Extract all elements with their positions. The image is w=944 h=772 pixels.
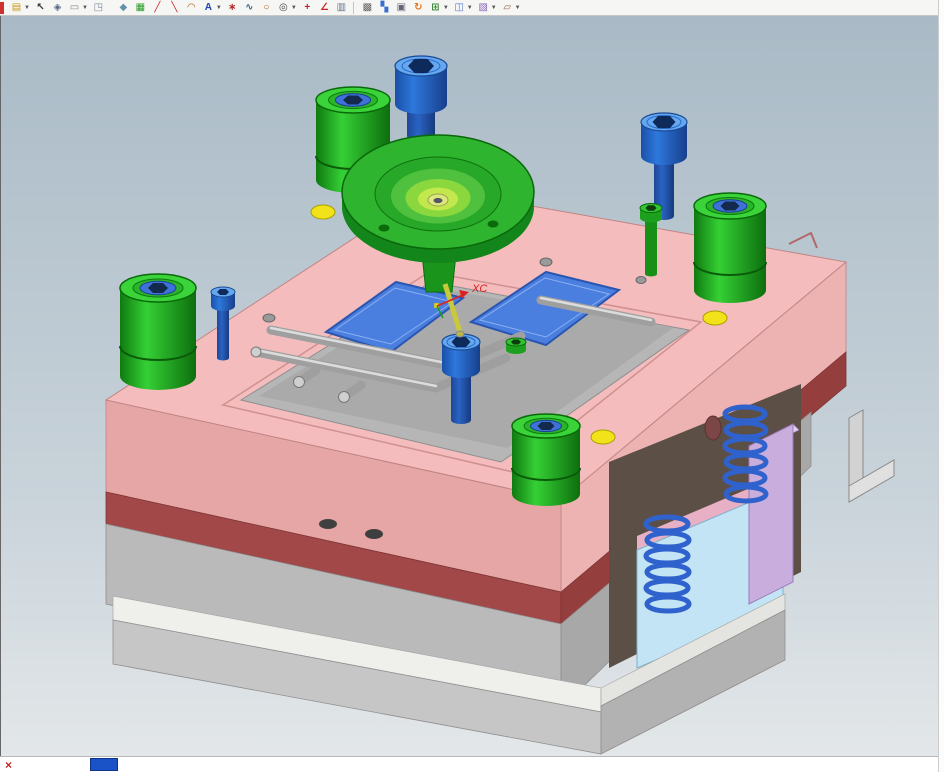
annotation-button[interactable]: A ▼ [201,0,223,15]
line-button[interactable]: ╱ [150,0,165,15]
dropdown-arrow-icon[interactable]: ▼ [291,5,297,11]
close-icon[interactable]: × [5,758,12,772]
dropdown-arrow-icon[interactable]: ▼ [216,5,222,11]
dropdown-arrow-icon[interactable]: ▼ [443,5,449,11]
marquee-select-button[interactable]: ▭ ▼ [67,0,89,15]
shaded-display-icon: ◆ [119,1,128,13]
refresh-fit-button[interactable]: ↻ [411,0,426,15]
assembly-icon: ▧ [478,1,488,13]
point-on-curve-button[interactable]: ◎ ▼ [276,0,298,15]
dropdown-arrow-icon[interactable]: ▼ [24,5,30,11]
marquee-select-icon: ▭ [69,1,80,13]
xc-label: XC [471,283,487,295]
view-orient-icon: ◳ [93,1,104,13]
pipe-end-cap [250,346,262,358]
point-button[interactable]: ∗ [225,0,240,15]
line-icon: ╱ [154,1,161,13]
open-icon: ▤ [11,1,22,13]
measure-angle-icon: ∠ [319,1,329,13]
arc-button[interactable]: ◠ [184,0,199,15]
ring-screw [378,224,390,232]
circle-button[interactable]: ○ [259,0,274,15]
locating-ring[interactable] [341,134,535,263]
graphics-viewport[interactable]: XC [0,16,944,756]
select-cursor-icon: ↖ [36,1,45,13]
grab-hand-button[interactable]: ▥ [334,0,349,15]
dropdown-arrow-icon[interactable]: ▼ [82,5,88,11]
profile-button[interactable]: ╲ [167,0,182,15]
spline-icon: ∿ [245,1,254,13]
plus-icon: + [304,1,311,13]
status-bar: × [0,756,944,772]
snap-point-button[interactable]: ▦ [133,0,148,15]
grid-display-icon: ⊞ [431,1,440,13]
pipe-end-cap [338,391,350,403]
select-cursor-button[interactable]: ↖ [33,0,48,15]
window-layout-icon: ▚ [380,1,389,13]
shaded-display-button[interactable]: ◆ [116,0,131,15]
dropdown-arrow-icon[interactable]: ▼ [467,5,473,11]
taskbar-button[interactable] [90,758,119,771]
clipped-icon [0,1,4,14]
info-table-icon: ▩ [362,1,373,13]
guide-bushing-front[interactable] [511,413,581,506]
point-icon: ∗ [228,1,237,13]
window-layout-button[interactable]: ▚ [377,0,392,15]
image-capture-button[interactable]: ▣ [394,0,409,15]
circle-icon: ○ [263,1,270,13]
annotation-icon: A [204,1,213,13]
point-on-curve-icon: ◎ [278,1,288,13]
view-orient-button[interactable]: ◳ [91,0,106,15]
display-mode-button[interactable]: ◫ ▼ [452,0,474,15]
pan-button[interactable]: ◈ [50,0,65,15]
pipe-end-cap [293,376,305,388]
cad-application-window: ▤ ▼ ↖ ◈ ▭ ▼ ◳ ◆ ▦ ╱ ╲ ◠ A ▼ ∗ ∿ ○ ◎ ▼ + … [0,0,944,772]
sprue-hole [433,197,443,204]
guide-bushing-left[interactable] [119,273,197,390]
assembly-button[interactable]: ▧ ▼ [476,0,498,15]
measure-angle-button[interactable]: ∠ [317,0,332,15]
open-button[interactable]: ▤ ▼ [9,0,31,15]
snap-point-icon: ▦ [135,1,146,13]
arc-icon: ◠ [187,1,196,13]
sketch-edit-icon: ▱ [503,1,512,13]
ring-screw [487,220,499,228]
toolbar-separator [352,1,354,14]
pan-icon: ◈ [53,1,62,13]
grab-hand-icon: ▥ [336,1,347,13]
spline-button[interactable]: ∿ [242,0,257,15]
image-capture-icon: ▣ [396,1,407,13]
info-table-button[interactable]: ▩ [360,0,375,15]
green-screw-front[interactable] [505,337,527,354]
dropdown-arrow-icon[interactable]: ▼ [515,5,521,11]
main-toolbar: ▤ ▼ ↖ ◈ ▭ ▼ ◳ ◆ ▦ ╱ ╲ ◠ A ▼ ∗ ∿ ○ ◎ ▼ + … [0,0,944,16]
dropdown-arrow-icon[interactable]: ▼ [491,5,497,11]
grid-display-button[interactable]: ⊞ ▼ [428,0,450,15]
right-margin-strip [938,0,944,772]
guide-bushing-right[interactable] [693,192,767,303]
plus-button[interactable]: + [300,0,315,15]
sketch-edit-button[interactable]: ▱ ▼ [500,0,522,15]
refresh-fit-icon: ↻ [414,1,423,13]
profile-icon: ╲ [171,1,178,13]
display-mode-icon: ◫ [454,1,464,13]
